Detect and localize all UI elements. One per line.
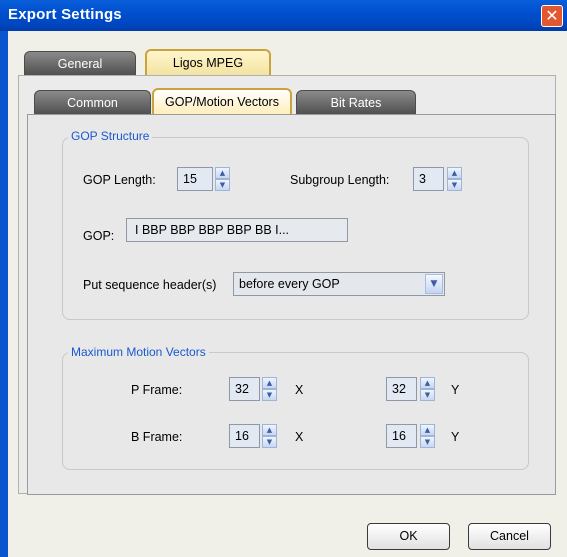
spin-up-icon[interactable]: ▲ — [262, 424, 277, 436]
sequence-header-select[interactable]: before every GOP ▼ — [233, 272, 445, 296]
gop-structure-title: GOP Structure — [68, 129, 153, 143]
p-frame-label: P Frame: — [131, 383, 183, 397]
p-frame-x-value[interactable]: 32 — [229, 377, 260, 401]
b-frame-label: B Frame: — [131, 430, 183, 444]
p-frame-y-stepper[interactable]: 32 ▲ ▼ — [386, 377, 442, 401]
tab-ligos-mpeg[interactable]: Ligos MPEG — [145, 49, 271, 76]
b-frame-x-value[interactable]: 16 — [229, 424, 260, 448]
close-icon[interactable]: ✕ — [541, 5, 563, 27]
gop-length-value[interactable]: 15 — [177, 167, 213, 191]
motion-vectors-group — [62, 352, 529, 470]
b-frame-x-stepper[interactable]: 16 ▲ ▼ — [229, 424, 285, 448]
cancel-button[interactable]: Cancel — [468, 523, 551, 550]
subgroup-length-label: Subgroup Length: — [290, 173, 390, 187]
motion-vectors-title: Maximum Motion Vectors — [68, 345, 209, 359]
spin-down-icon[interactable]: ▼ — [420, 389, 435, 401]
spin-up-icon[interactable]: ▲ — [420, 377, 435, 389]
tab-bit-rates[interactable]: Bit Rates — [296, 90, 416, 114]
window-title: Export Settings — [8, 6, 122, 23]
subgroup-length-stepper[interactable]: 3 ▲ ▼ — [413, 167, 469, 191]
spin-down-icon[interactable]: ▼ — [262, 436, 277, 448]
ok-button[interactable]: OK — [367, 523, 450, 550]
gop-label: GOP: — [83, 229, 115, 243]
b-frame-y-label: Y — [451, 430, 460, 444]
spin-down-icon[interactable]: ▼ — [262, 389, 277, 401]
gop-pattern-field: I BBP BBP BBP BBP BB I... — [126, 218, 348, 242]
b-frame-y-stepper[interactable]: 16 ▲ ▼ — [386, 424, 442, 448]
spin-down-icon[interactable]: ▼ — [447, 179, 462, 191]
subgroup-length-value[interactable]: 3 — [413, 167, 444, 191]
p-frame-x-label: X — [295, 383, 304, 397]
spin-down-icon[interactable]: ▼ — [420, 436, 435, 448]
p-frame-y-value[interactable]: 32 — [386, 377, 417, 401]
spin-up-icon[interactable]: ▲ — [420, 424, 435, 436]
sequence-header-label: Put sequence header(s) — [83, 278, 217, 292]
gop-length-stepper[interactable]: 15 ▲ ▼ — [177, 167, 232, 191]
title-bar[interactable]: Export Settings ✕ — [0, 0, 567, 31]
spin-down-icon[interactable]: ▼ — [215, 179, 230, 191]
b-frame-y-value[interactable]: 16 — [386, 424, 417, 448]
spin-up-icon[interactable]: ▲ — [215, 167, 230, 179]
spin-up-icon[interactable]: ▲ — [447, 167, 462, 179]
tab-common[interactable]: Common — [34, 90, 151, 114]
tab-general[interactable]: General — [24, 51, 136, 75]
window-border — [0, 31, 8, 557]
sequence-header-value: before every GOP — [239, 277, 340, 291]
p-frame-x-stepper[interactable]: 32 ▲ ▼ — [229, 377, 285, 401]
tab-gop-motion-vectors[interactable]: GOP/Motion Vectors — [152, 88, 292, 115]
chevron-down-icon[interactable]: ▼ — [425, 274, 443, 294]
b-frame-x-label: X — [295, 430, 304, 444]
p-frame-y-label: Y — [451, 383, 460, 397]
spin-up-icon[interactable]: ▲ — [262, 377, 277, 389]
gop-length-label: GOP Length: — [83, 173, 156, 187]
